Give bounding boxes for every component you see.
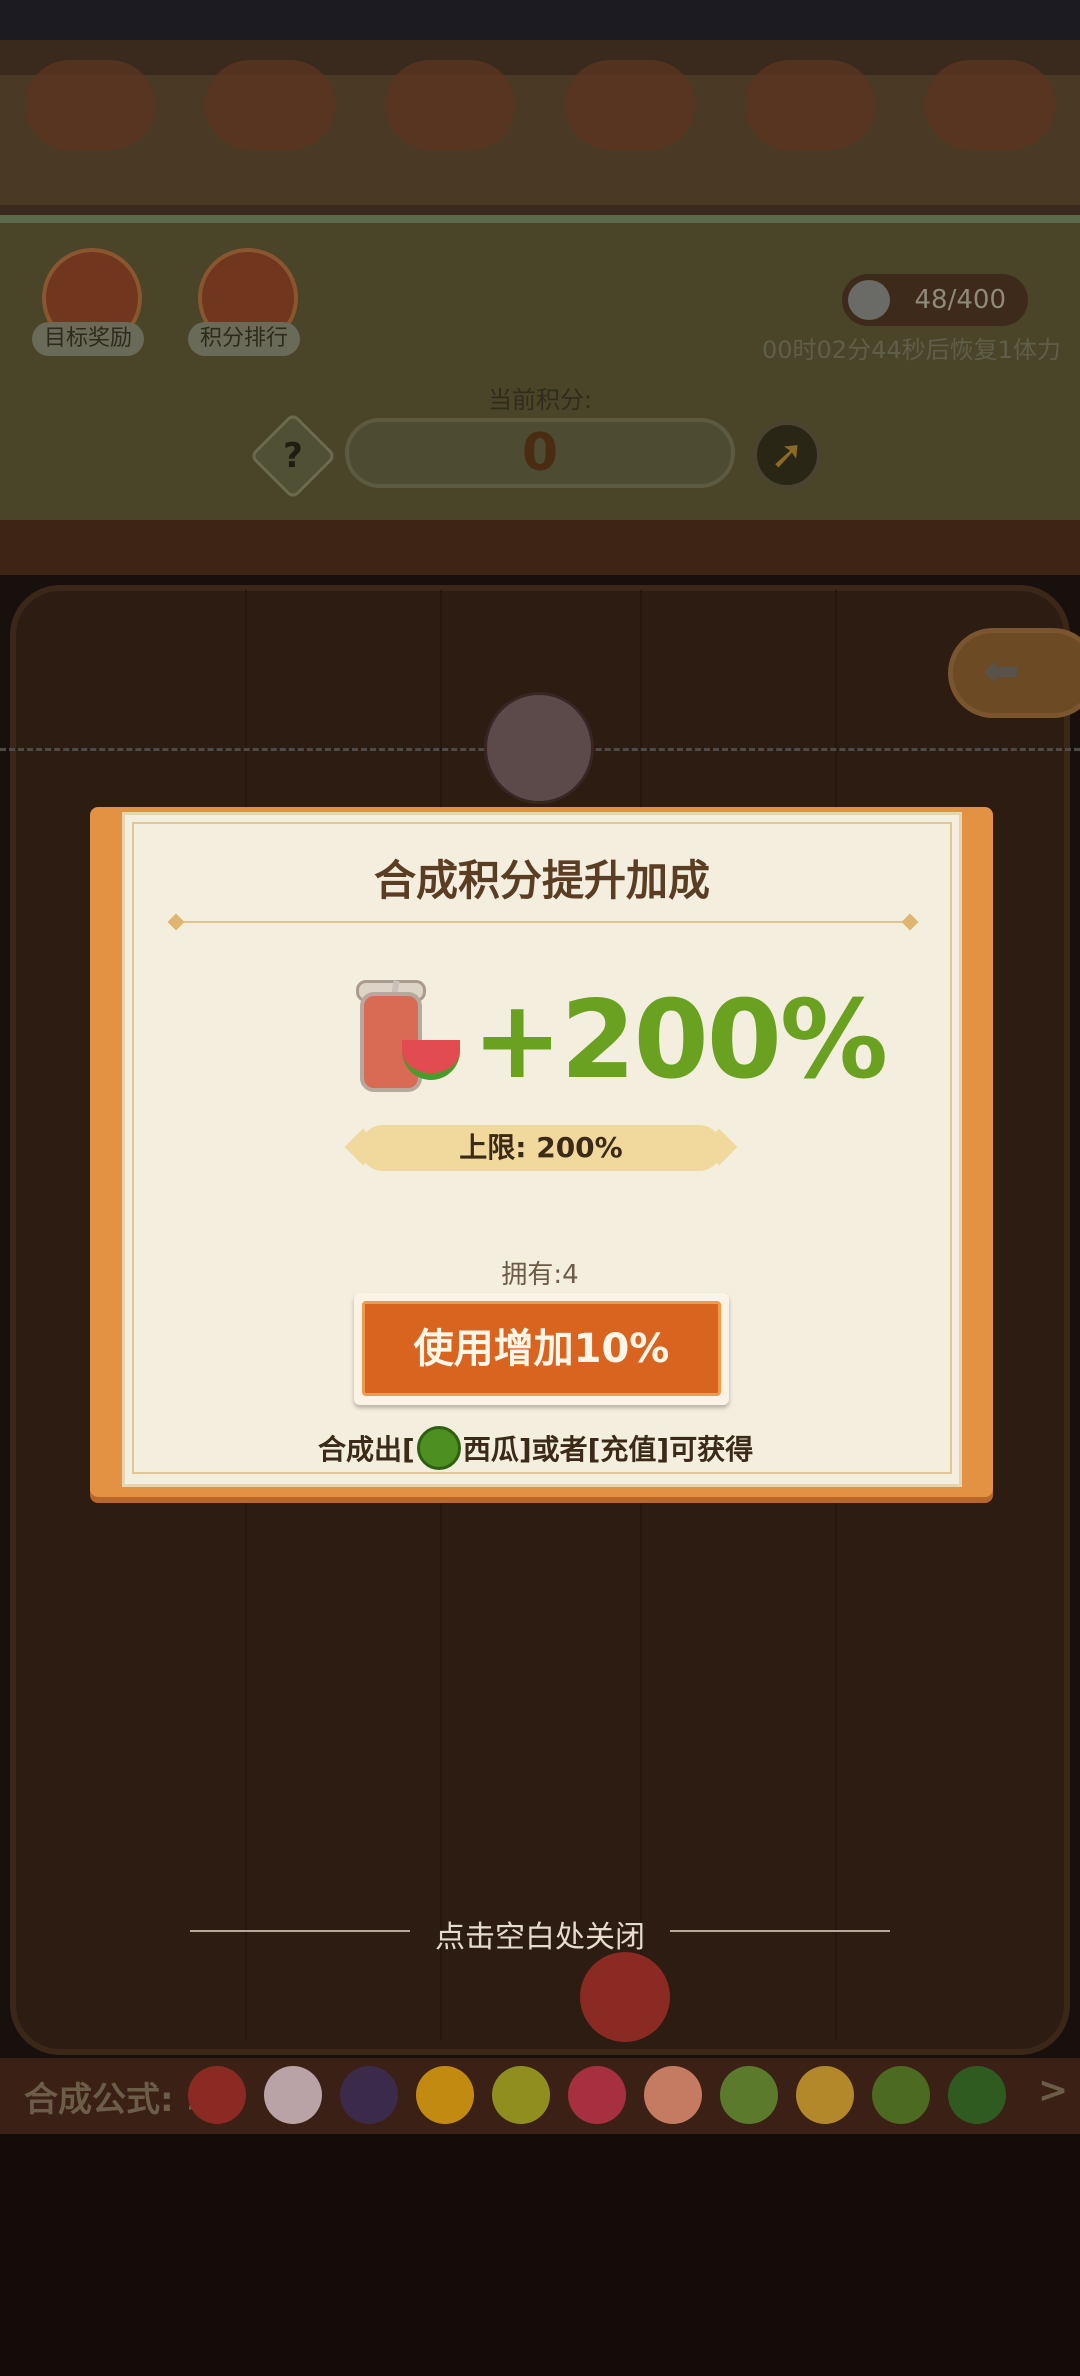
close-hint[interactable]: 点击空白处关闭 bbox=[190, 1912, 890, 1955]
use-bonus-button[interactable]: 使用增加10% bbox=[362, 1301, 721, 1396]
energy-counter[interactable]: 48/400 bbox=[842, 274, 1028, 326]
hud-bottom-strip bbox=[0, 520, 1080, 575]
back-arrow-icon: ⬅ bbox=[983, 646, 1020, 697]
formula-fruit-kiwi-icon bbox=[720, 2066, 778, 2124]
formula-fruit-lychee-icon bbox=[264, 2066, 322, 2124]
status-bar bbox=[0, 0, 1080, 40]
hint-suffix: 西瓜]或者[充值]可获得 bbox=[462, 1433, 754, 1466]
close-hint-line bbox=[670, 1930, 890, 1932]
shelf-inner bbox=[0, 75, 1080, 205]
dialog-title: 合成积分提升加成 bbox=[373, 856, 710, 905]
ranking-label: 积分排行 bbox=[188, 322, 301, 356]
owned-count: 拥有:4 bbox=[501, 1260, 579, 1290]
formula-next-icon[interactable]: > bbox=[1038, 2070, 1068, 2111]
bonus-percentage: +200% bbox=[472, 978, 888, 1103]
title-divider bbox=[176, 921, 910, 923]
formula-fruit-orange-icon bbox=[416, 2066, 474, 2124]
formula-fruit-peach-icon bbox=[644, 2066, 702, 2124]
formula-fruit-apple-icon bbox=[568, 2066, 626, 2124]
limit-badge: 上限: 200% bbox=[360, 1125, 722, 1171]
lychee-fruit bbox=[484, 692, 594, 804]
formula-fruit-melon-icon bbox=[872, 2066, 930, 2124]
fruit-shelf bbox=[0, 40, 1080, 215]
score-title: 当前积分: bbox=[487, 386, 593, 414]
watermelon-icon bbox=[416, 1426, 461, 1470]
target-reward-label: 目标奖励 bbox=[32, 322, 145, 356]
shelf-slot bbox=[25, 60, 155, 150]
formula-label: 合成公式: > bbox=[24, 2072, 214, 2121]
question-icon: ? bbox=[283, 436, 303, 476]
shelf-slot bbox=[745, 60, 875, 150]
shelf-slot bbox=[925, 60, 1055, 150]
formula-fruit-pineapple-icon bbox=[796, 2066, 854, 2124]
close-hint-text: 点击空白处关闭 bbox=[435, 1920, 645, 1955]
energy-recover-timer: 00时02分44秒后恢复1体力 bbox=[762, 336, 1061, 364]
share-icon: ➚ bbox=[770, 432, 804, 478]
back-button[interactable]: ⬅ bbox=[948, 628, 1080, 718]
obtain-hint: 合成出[ 西瓜]或者[充值]可获得 bbox=[318, 1426, 778, 1470]
formula-label-text: 合成公式: bbox=[24, 2080, 174, 2120]
hint-prefix: 合成出[ bbox=[318, 1433, 415, 1466]
game-screen: 目标奖励 积分排行 48/400 00时02分44秒后恢复1体力 当前积分: ?… bbox=[0, 0, 1080, 2376]
formula-fruit-grape-icon bbox=[340, 2066, 398, 2124]
cherry-fruit bbox=[580, 1952, 670, 2042]
formula-fruit-lemon-icon bbox=[492, 2066, 550, 2124]
formula-fruit-cherry-icon bbox=[188, 2066, 246, 2124]
score-value: 0 bbox=[345, 418, 735, 488]
close-hint-line bbox=[190, 1930, 410, 1932]
shelf-slot bbox=[205, 60, 335, 150]
formula-fruit-watermelon-icon bbox=[948, 2066, 1006, 2124]
energy-add-icon bbox=[848, 280, 890, 320]
shelf-slot bbox=[565, 60, 695, 150]
shelf-slot bbox=[385, 60, 515, 150]
energy-value: 48/400 bbox=[914, 285, 1006, 315]
bottom-area bbox=[0, 2134, 1080, 2376]
